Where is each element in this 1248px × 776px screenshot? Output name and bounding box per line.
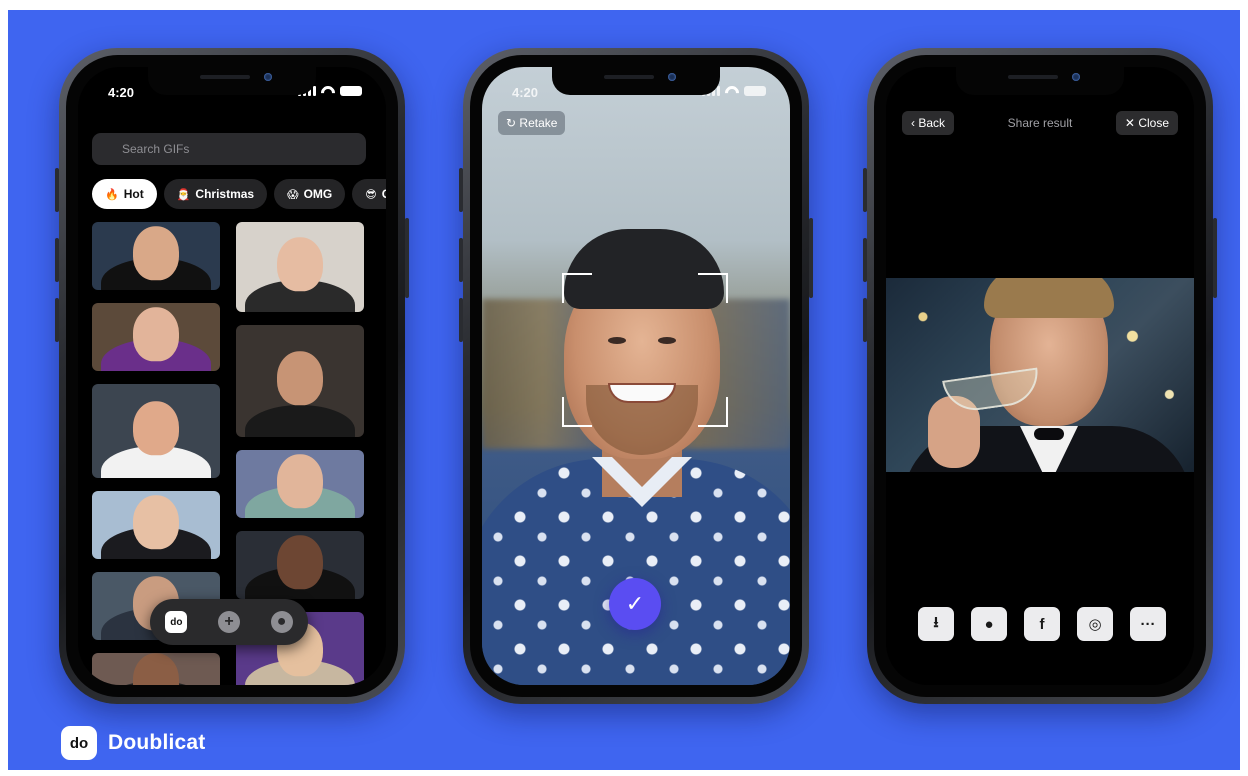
chip-label: Christmas: [195, 187, 255, 201]
retake-button[interactable]: ↻ Retake: [498, 111, 566, 135]
retake-label: Retake: [519, 116, 558, 130]
back-button[interactable]: ‹ Back: [902, 111, 955, 135]
facebook-icon[interactable]: f: [1024, 607, 1060, 641]
shocked-face-icon: 😱: [287, 188, 299, 201]
gif-thumbnail[interactable]: [236, 450, 364, 518]
gif-thumbnail[interactable]: [92, 653, 220, 685]
gif-browser-screen: 4:20 Search GIFs 🔥 Hot 🎅 Christmas 😱 OMG…: [78, 67, 386, 685]
brand-name: Doublicat: [108, 731, 206, 754]
doublicat-logo: do: [61, 726, 97, 760]
share-screen: ‹ Back Share result ✕ Close ⭳ ● f ◎ ···: [886, 67, 1194, 685]
category-chips: 🔥 Hot 🎅 Christmas 😱 OMG 😎 C: [92, 179, 386, 209]
phone-camera: 4:20 ↻ Retake ✓: [459, 48, 813, 704]
face-detection-frame: [562, 273, 728, 427]
chip-hot[interactable]: 🔥 Hot: [92, 179, 157, 209]
notch: [956, 67, 1124, 95]
battery-icon: [744, 86, 766, 96]
close-button[interactable]: ✕ Close: [1115, 111, 1178, 135]
phone-gif-browser: 4:20 Search GIFs 🔥 Hot 🎅 Christmas 😱 OMG…: [55, 48, 409, 704]
notch: [552, 67, 720, 95]
gif-thumbnail[interactable]: [236, 222, 364, 312]
fire-icon: 🔥: [105, 188, 119, 201]
gif-thumbnail[interactable]: [92, 222, 220, 290]
chip-omg[interactable]: 😱 OMG: [274, 179, 346, 209]
share-actions: ⭳ ● f ◎ ···: [918, 607, 1166, 641]
bottom-tab-bar: do + ●: [150, 599, 308, 645]
battery-icon: [340, 86, 362, 96]
wifi-icon: [725, 86, 739, 96]
chip-label: Hot: [123, 187, 144, 201]
sunglasses-face-icon: 😎: [365, 188, 377, 201]
status-time: 4:20: [512, 85, 539, 100]
checkmark-icon: ✓: [625, 591, 645, 616]
instagram-icon[interactable]: ◎: [1077, 607, 1113, 641]
wifi-icon: [321, 86, 335, 96]
gif-thumbnail[interactable]: [92, 384, 220, 478]
gif-thumbnail[interactable]: [92, 303, 220, 371]
download-icon[interactable]: ⭳: [918, 607, 954, 641]
santa-icon: 🎅: [176, 188, 191, 201]
chip-christmas[interactable]: 🎅 Christmas: [163, 179, 268, 209]
chip-label: C: [382, 187, 386, 201]
notch: [148, 67, 316, 95]
search-gifs-input[interactable]: Search GIFs: [92, 133, 366, 165]
retake-icon: ↻: [506, 116, 517, 130]
chip-cool[interactable]: 😎 C: [352, 179, 386, 209]
phone-share: ‹ Back Share result ✕ Close ⭳ ● f ◎ ···: [863, 48, 1217, 704]
brand: do Doublicat: [61, 726, 205, 760]
chip-label: OMG: [303, 187, 333, 201]
profile-tab-icon[interactable]: ●: [270, 611, 293, 633]
camera-screen: 4:20 ↻ Retake ✓: [482, 67, 790, 685]
stage: 4:20 Search GIFs 🔥 Hot 🎅 Christmas 😱 OMG…: [0, 0, 1248, 776]
result-gif: [886, 278, 1194, 472]
add-tab-icon[interactable]: +: [217, 611, 240, 633]
more-icon[interactable]: ···: [1130, 607, 1166, 641]
gif-thumbnail[interactable]: [236, 325, 364, 437]
back-label: Back: [918, 116, 946, 130]
status-time: 4:20: [108, 85, 135, 100]
confirm-button[interactable]: ✓: [609, 578, 661, 630]
close-label: Close: [1138, 116, 1169, 130]
message-icon[interactable]: ●: [971, 607, 1007, 641]
gif-thumbnail[interactable]: [236, 531, 364, 599]
back-icon: ‹: [911, 116, 915, 130]
gif-thumbnail[interactable]: [92, 491, 220, 559]
doublicat-tab-icon[interactable]: do: [165, 611, 188, 633]
close-icon: ✕: [1124, 116, 1135, 130]
